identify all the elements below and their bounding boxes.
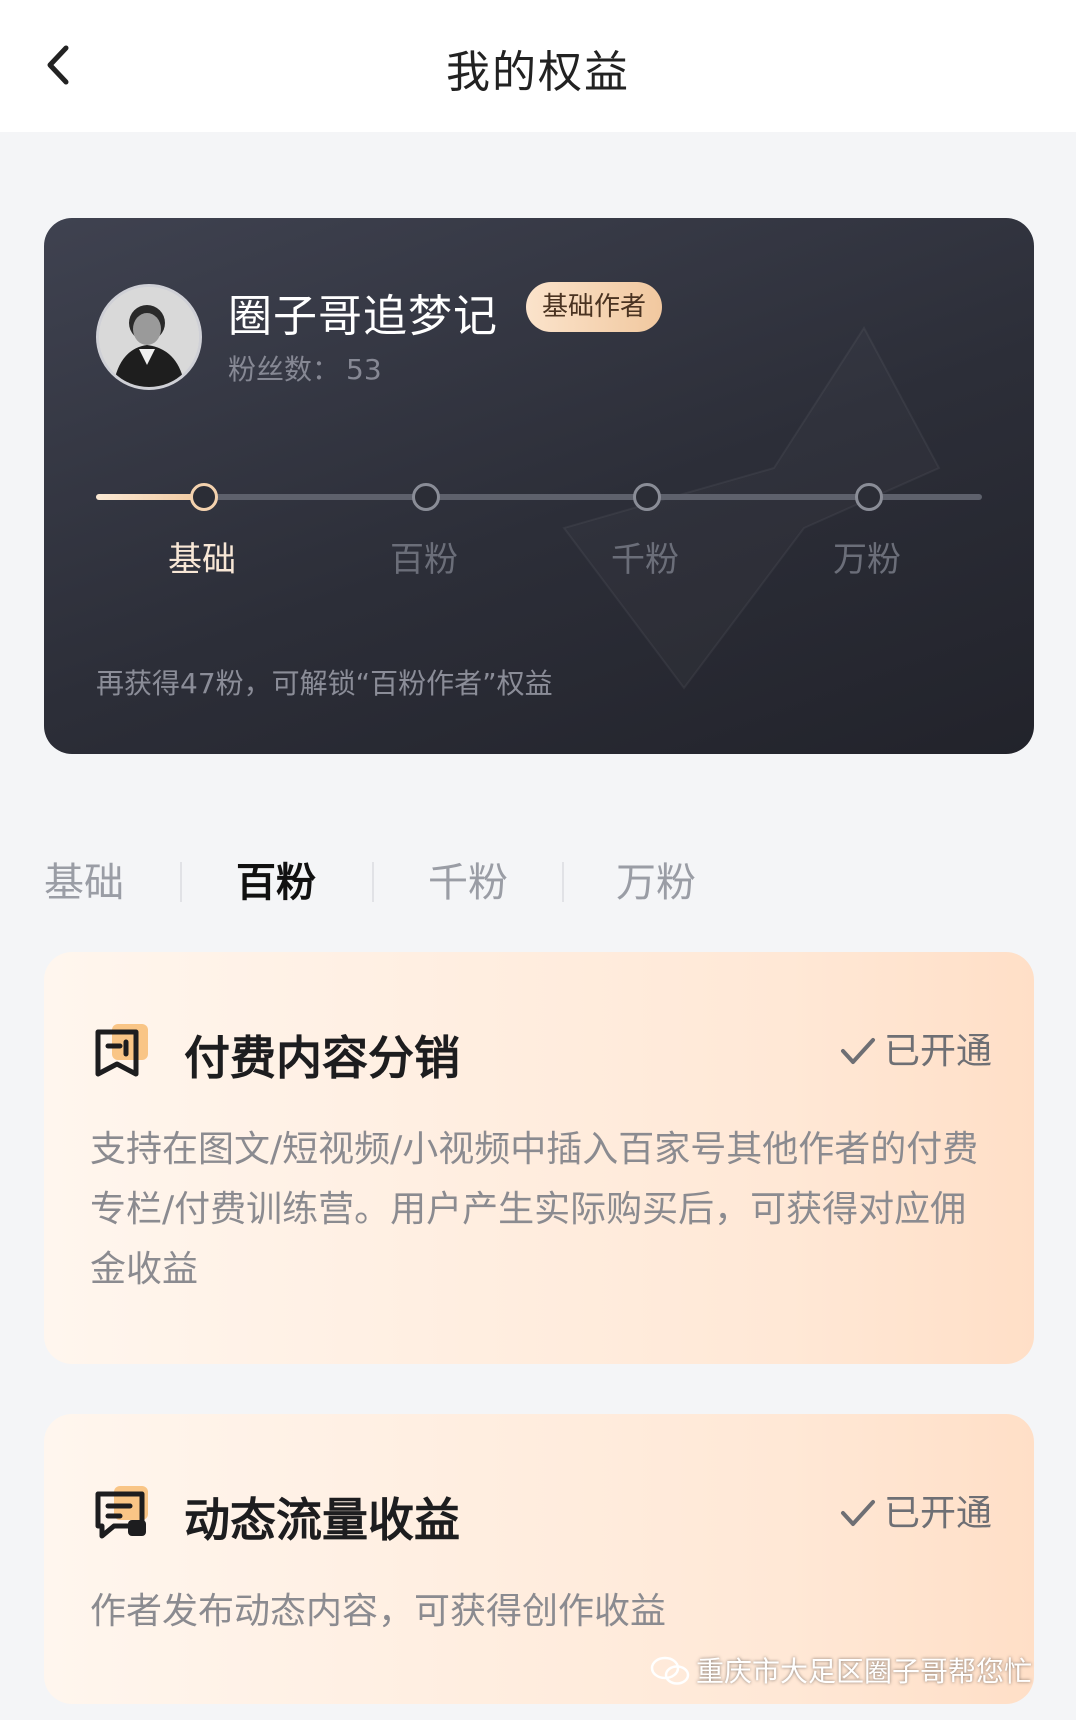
benefit-status-label: 已开通 <box>883 1031 992 1072</box>
benefit-card-paid-distribution[interactable]: 付费内容分销 已开通 支持在图文/短视频/小视频中插入百家号其他作者的付费专栏/… <box>44 952 1034 1364</box>
fans-count-row: 粉丝数： 53 <box>228 348 388 388</box>
avatar-image <box>99 287 199 387</box>
benefit-title: 付费内容分销 <box>184 1031 460 1085</box>
header: 我的权益 <box>0 0 1076 132</box>
benefit-status: 已开通 <box>840 1022 992 1074</box>
level-label-hundred: 百粉 <box>390 540 458 580</box>
check-icon <box>840 1500 875 1526</box>
level-label-ten-thousand: 万粉 <box>833 540 901 580</box>
level-progress-fill <box>96 494 202 500</box>
message-icon <box>95 1486 148 1539</box>
level-node-basic <box>190 483 218 511</box>
profile-card: 圈子哥追梦记 基础作者 粉丝数： 53 基础 百粉 千粉 万粉 再获得47粉，可解… <box>44 218 1034 754</box>
benefit-status: 已开通 <box>840 1484 992 1536</box>
level-label-basic: 基础 <box>168 540 236 580</box>
level-node-ten-thousand <box>855 483 883 511</box>
benefit-description: 支持在图文/短视频/小视频中插入百家号其他作者的付费专栏/付费训练营。用户产生实… <box>90 1129 979 1290</box>
user-name: 圈子哥追梦记 <box>228 291 498 342</box>
watermark: 重庆市大足区圈子哥帮您忙 <box>650 1650 1032 1690</box>
level-label-thousand: 千粉 <box>611 540 679 580</box>
benefit-title: 动态流量收益 <box>184 1493 460 1547</box>
tab-hundred[interactable]: 百粉 <box>236 850 316 908</box>
fans-count: 53 <box>346 353 382 386</box>
watermark-text: 重庆市大足区圈子哥帮您忙 <box>695 1655 1032 1688</box>
tab-divider <box>180 862 182 902</box>
tab-divider <box>372 862 374 902</box>
tab-ten-thousand[interactable]: 万粉 <box>616 850 696 908</box>
unlock-hint: 再获得47粉，可解锁“百粉作者”权益 <box>96 667 553 700</box>
wechat-icon <box>650 1656 690 1685</box>
fans-label: 粉丝数： <box>228 353 341 386</box>
avatar[interactable] <box>96 284 202 390</box>
level-progress-track <box>96 494 982 500</box>
level-badge: 基础作者 <box>526 282 663 332</box>
level-node-hundred <box>412 483 440 511</box>
tab-basic[interactable]: 基础 <box>44 850 124 908</box>
benefit-description: 作者发布动态内容，可获得创作收益 <box>90 1591 667 1632</box>
level-node-thousand <box>633 483 661 511</box>
tab-thousand[interactable]: 千粉 <box>428 850 508 908</box>
tab-divider <box>562 862 564 902</box>
benefit-status-label: 已开通 <box>883 1493 992 1534</box>
page-title: 我的权益 <box>446 47 630 98</box>
bookmark-icon <box>95 1024 148 1077</box>
check-icon <box>840 1038 875 1064</box>
